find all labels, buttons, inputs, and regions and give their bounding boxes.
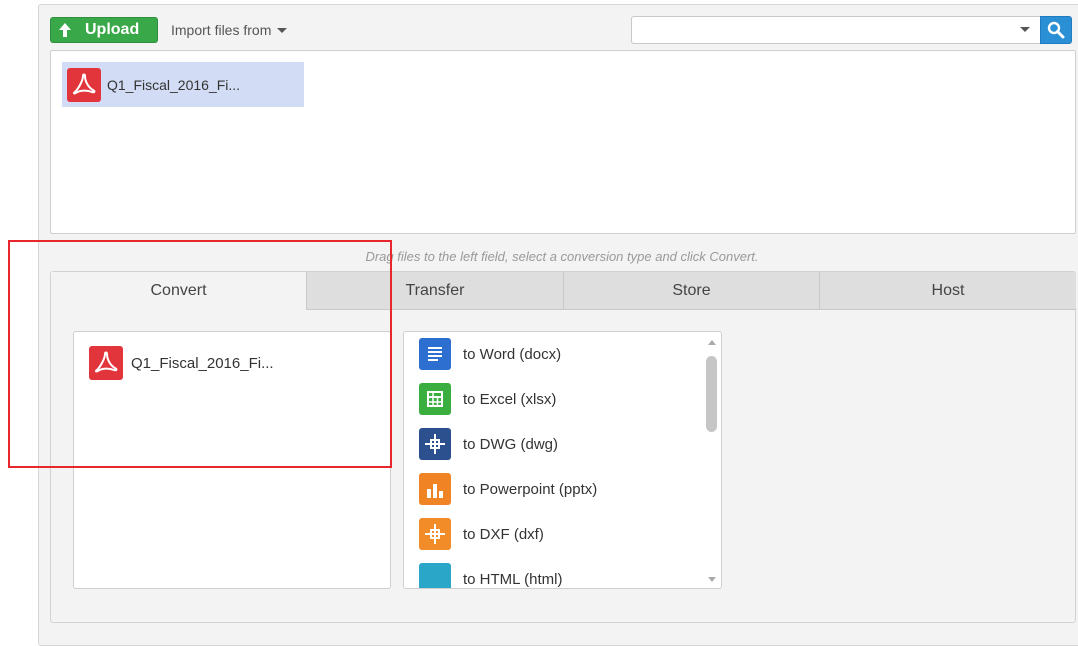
upload-button[interactable]: Upload [50, 17, 158, 43]
dwg-cad-icon [419, 428, 451, 460]
tab-convert[interactable]: Convert [51, 272, 306, 310]
option-to-excel[interactable]: to Excel (xlsx) [419, 383, 556, 415]
powerpoint-icon [419, 473, 451, 505]
word-doc-icon [419, 338, 451, 370]
uploaded-files-area[interactable]: Q1_Fiscal_2016_Fi... [50, 50, 1076, 234]
option-to-powerpoint[interactable]: to Powerpoint (pptx) [419, 473, 597, 505]
convert-file-name: Q1_Fiscal_2016_Fi... [131, 354, 274, 372]
option-label: to DWG (dwg) [463, 435, 559, 453]
pdf-icon [89, 346, 123, 380]
search-dropdown-caret-icon[interactable] [1020, 27, 1030, 32]
options-scrollbar[interactable] [705, 334, 719, 586]
excel-sheet-icon [419, 383, 451, 415]
scroll-down-icon[interactable] [708, 577, 716, 582]
option-to-dwg[interactable]: to DWG (dwg) [419, 428, 558, 460]
option-label: to Powerpoint (pptx) [463, 480, 598, 498]
file-item[interactable]: Q1_Fiscal_2016_Fi... [62, 62, 304, 107]
drag-hint: Drag files to the left field, select a c… [365, 249, 759, 264]
option-label: to Excel (xlsx) [463, 390, 557, 408]
chevron-down-icon [277, 27, 288, 33]
option-label: to DXF (dxf) [463, 525, 544, 543]
search-input[interactable] [631, 16, 1041, 44]
upload-label: Upload [85, 21, 140, 38]
scrollbar-thumb[interactable] [706, 356, 717, 432]
html-icon [419, 563, 451, 588]
upload-arrow-icon [51, 23, 79, 37]
pdf-icon [67, 67, 101, 102]
tab-host[interactable]: Host [819, 272, 1076, 310]
convert-file-list[interactable]: Q1_Fiscal_2016_Fi... [73, 331, 391, 589]
action-tabs: Convert Transfer Store Host Q1_Fiscal_20… [50, 271, 1076, 623]
import-files-dropdown[interactable]: Import files from [171, 20, 288, 40]
conversion-options-list[interactable]: to Word (docx) to Excel (xlsx) to DWG (d… [403, 331, 722, 589]
option-to-word[interactable]: to Word (docx) [419, 338, 561, 370]
option-label: to Word (docx) [463, 345, 562, 363]
import-label: Import files from [171, 22, 272, 38]
tab-transfer[interactable]: Transfer [306, 272, 563, 310]
scroll-up-icon[interactable] [708, 340, 716, 345]
search-icon [1047, 21, 1065, 39]
tab-store[interactable]: Store [563, 272, 819, 310]
dxf-cad-icon [419, 518, 451, 550]
file-name: Q1_Fiscal_2016_Fi... [107, 76, 241, 93]
convert-file-item[interactable]: Q1_Fiscal_2016_Fi... [89, 346, 274, 380]
option-label: to HTML (html) [463, 570, 563, 588]
option-to-dxf[interactable]: to DXF (dxf) [419, 518, 544, 550]
search-button[interactable] [1040, 16, 1072, 44]
option-to-html[interactable]: to HTML (html) [419, 563, 563, 588]
